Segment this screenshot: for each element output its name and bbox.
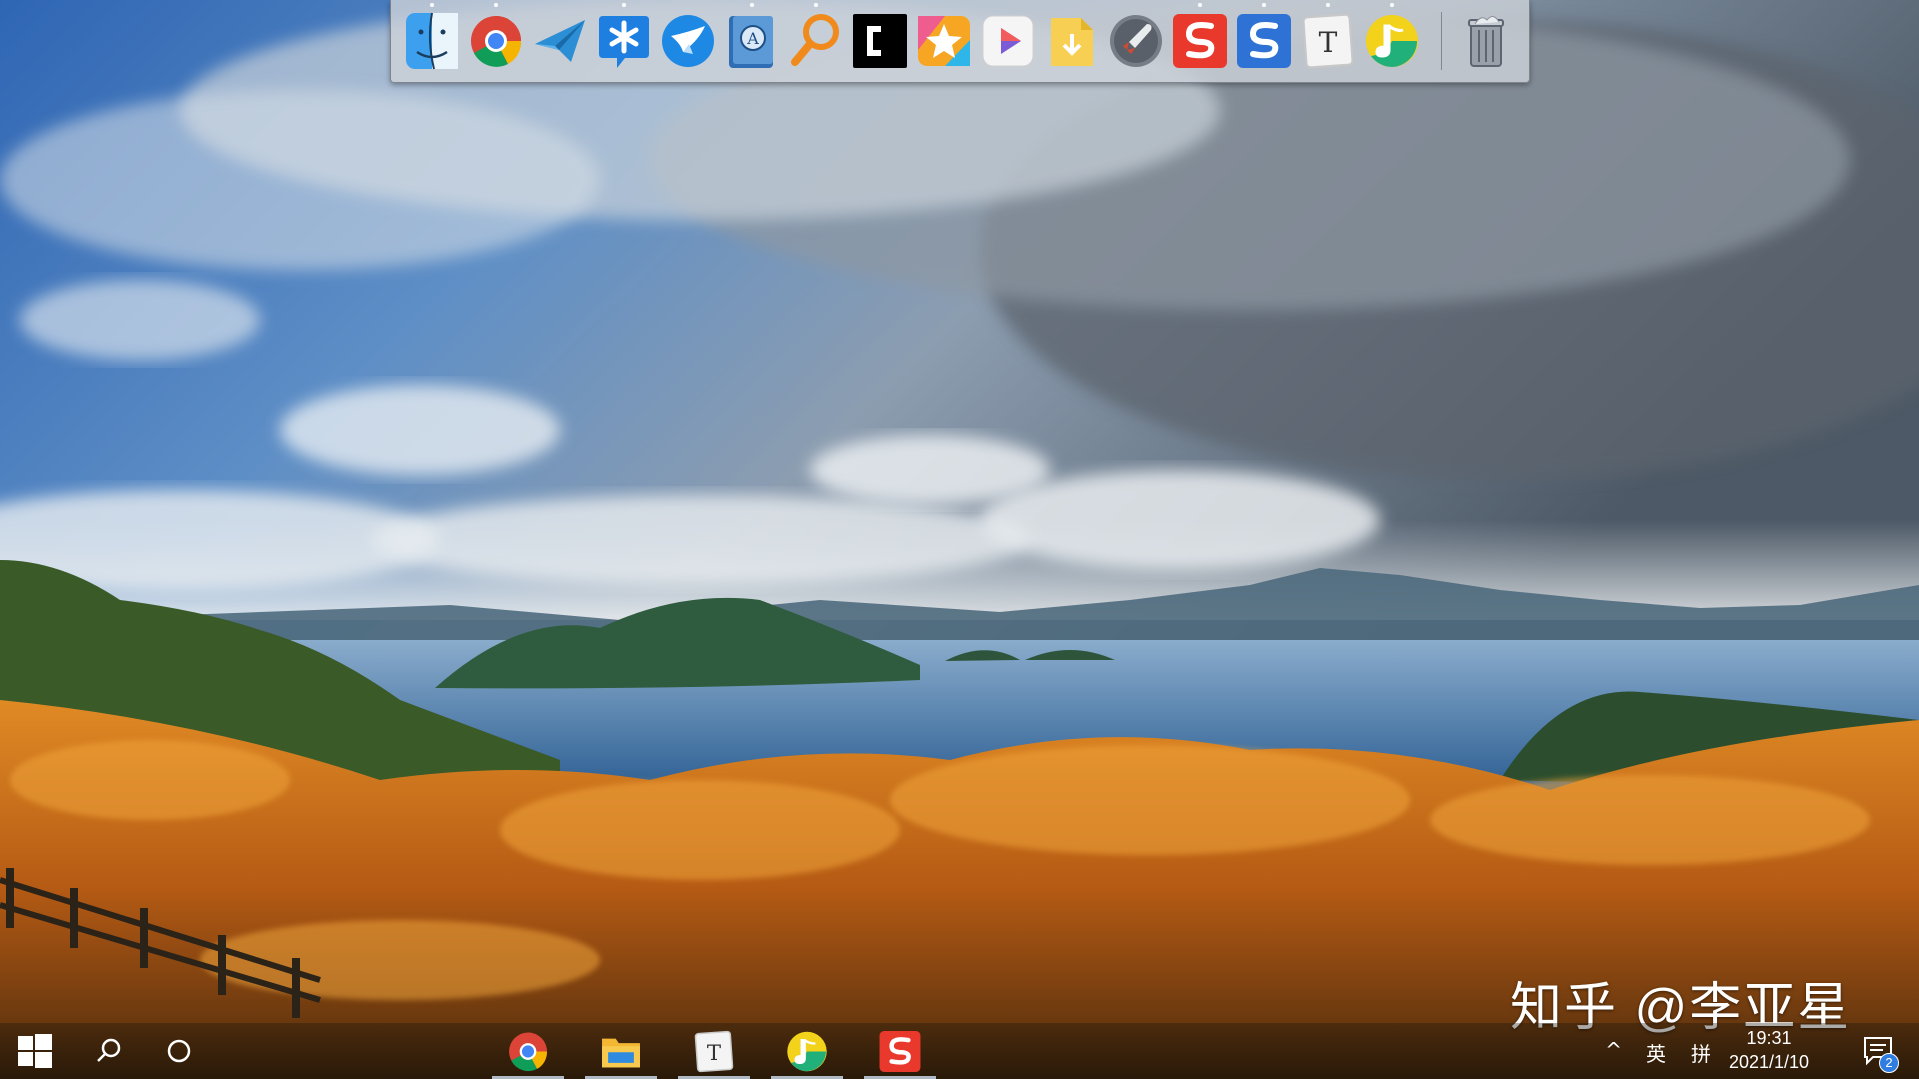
wps-red-icon — [879, 1030, 921, 1072]
clock-time: 19:31 — [1746, 1028, 1792, 1048]
search-button[interactable] — [80, 1023, 138, 1079]
dock-item-magnifier[interactable] — [787, 3, 845, 72]
dock-item-rocket[interactable] — [1107, 10, 1165, 72]
dictionary-icon: A — [729, 16, 773, 68]
running-indicator — [1262, 3, 1266, 7]
cortana-button[interactable] — [150, 1023, 208, 1079]
dock-item-star-photos[interactable] — [915, 10, 973, 72]
dock-item-dictionary[interactable]: A — [723, 3, 781, 72]
cortana-circle-icon — [167, 1039, 191, 1063]
taskbar-item-typora[interactable]: T — [674, 1023, 754, 1079]
svg-text:T: T — [1319, 26, 1338, 59]
running-indicator — [1198, 3, 1202, 7]
dock-item-trash[interactable] — [1457, 10, 1515, 72]
dock-item-paper-plane[interactable] — [531, 10, 589, 72]
running-indicator — [622, 3, 626, 7]
dock-item-finder[interactable] — [403, 3, 461, 72]
input-language-indicator[interactable]: 英 — [1646, 1038, 1666, 1067]
dock-item-chrome[interactable] — [467, 3, 525, 72]
asterisk-bubble-icon — [599, 16, 649, 68]
magnifier-icon — [791, 14, 839, 66]
running-indicator — [1390, 3, 1394, 7]
taskbar-item-chrome[interactable] — [488, 1023, 568, 1079]
chrome-icon — [509, 1032, 547, 1071]
folder-icon — [602, 1038, 640, 1067]
running-indicator — [494, 3, 498, 7]
running-indicator — [750, 3, 754, 7]
trash-icon — [1468, 16, 1504, 67]
taskbar-item-qq-music[interactable] — [767, 1023, 847, 1079]
dock: AT — [390, 0, 1530, 83]
action-center-button[interactable]: 2 — [1861, 1033, 1901, 1073]
clock[interactable]: 19:31 2021/1/10 — [1714, 1026, 1824, 1074]
wps-red-icon — [1173, 14, 1227, 68]
play-icon — [982, 15, 1034, 67]
running-indicator — [1326, 3, 1330, 7]
finder-icon — [406, 12, 458, 70]
taskbar-item-wps-red[interactable] — [860, 1023, 940, 1079]
search-icon — [97, 1038, 121, 1062]
rocket-icon — [1110, 15, 1162, 67]
dock-item-asterisk-bubble[interactable] — [595, 3, 653, 72]
typora-icon: T — [694, 1030, 734, 1072]
download-folder-icon — [1051, 18, 1093, 66]
terminal-icon — [853, 14, 907, 68]
clock-date: 2021/1/10 — [1728, 1052, 1810, 1072]
dock-item-terminal[interactable] — [851, 10, 909, 72]
typora-icon: T — [1302, 13, 1354, 69]
paper-plane-icon — [535, 20, 585, 62]
windows-logo-icon — [18, 1034, 52, 1068]
dock-item-typora[interactable]: T — [1299, 3, 1357, 72]
wps-blue-icon — [1237, 14, 1291, 68]
svg-text:T: T — [707, 1040, 721, 1065]
chrome-icon — [471, 16, 522, 67]
desktop-wallpaper — [0, 0, 1919, 1079]
feishu-bird-icon — [662, 15, 714, 67]
svg-text:A: A — [746, 29, 759, 48]
tray-overflow-chevron[interactable]: ^ — [1605, 1038, 1622, 1062]
dock-item-wps-red[interactable] — [1171, 3, 1229, 72]
input-mode-indicator[interactable]: 拼 — [1691, 1038, 1711, 1067]
dock-item-qq-music[interactable] — [1363, 3, 1421, 72]
qq-music-icon — [1366, 15, 1418, 67]
dock-item-play[interactable] — [979, 10, 1037, 72]
running-indicator — [430, 3, 434, 7]
taskbar-item-folder[interactable] — [581, 1023, 661, 1079]
dock-separator — [1441, 12, 1442, 70]
star-photos-icon — [918, 16, 970, 66]
dock-item-feishu-bird[interactable] — [659, 10, 717, 72]
start-button[interactable] — [6, 1023, 64, 1079]
notification-count-badge: 2 — [1879, 1053, 1899, 1073]
running-indicator — [814, 3, 818, 7]
dock-item-download-folder[interactable] — [1043, 10, 1101, 72]
qq-music-icon — [787, 1031, 827, 1071]
taskbar: T ^ 英 拼 19:31 2021/1/10 2 — [0, 1023, 1919, 1079]
dock-item-wps-blue[interactable] — [1235, 3, 1293, 72]
